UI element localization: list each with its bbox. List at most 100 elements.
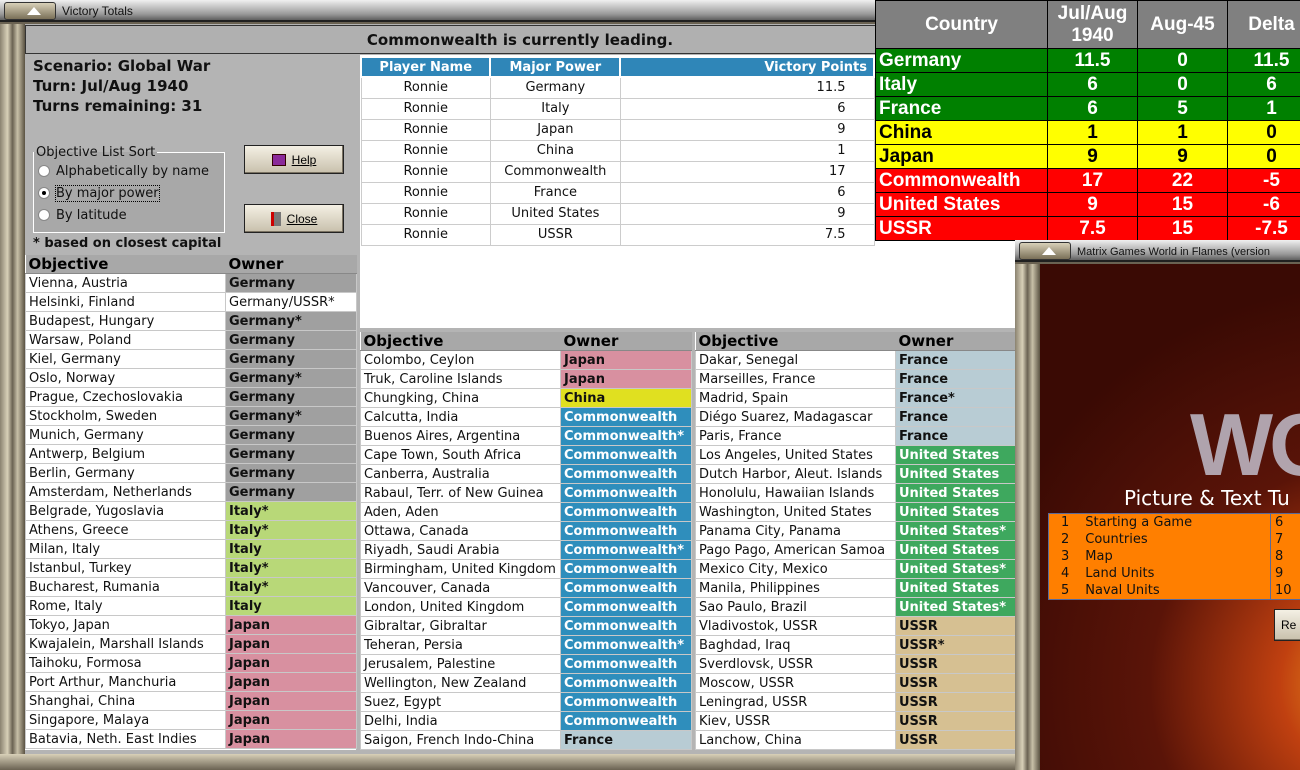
objective-row[interactable]: Budapest, Hungary Germany*	[25, 311, 357, 331]
tutorial-item[interactable]: 6	[1275, 515, 1292, 532]
radio-button[interactable]	[38, 187, 50, 199]
objective-row[interactable]: Saigon, French Indo-China France	[360, 730, 692, 750]
player-row[interactable]: Ronnie Commonwealth 17	[360, 160, 875, 183]
objective-row[interactable]: Sao Paulo, Brazil United States*	[695, 597, 1016, 617]
column-header[interactable]: Objective	[25, 255, 226, 274]
player-row[interactable]: Ronnie France 6	[360, 181, 875, 204]
objective-row[interactable]: London, United Kingdom Commonwealth	[360, 597, 692, 617]
objective-row[interactable]: Baghdad, Iraq USSR*	[695, 635, 1016, 655]
player-row[interactable]: Ronnie China 1	[360, 139, 875, 162]
objective-row[interactable]: Pago Pago, American Samoa United States	[695, 540, 1016, 560]
objective-row[interactable]: Riyadh, Saudi Arabia Commonwealth*	[360, 540, 692, 560]
column-header[interactable]: Major Power	[489, 56, 622, 78]
objective-row[interactable]: Colombo, Ceylon Japan	[360, 350, 692, 370]
objective-row[interactable]: Oslo, Norway Germany*	[25, 368, 357, 388]
objective-row[interactable]: Rabaul, Terr. of New Guinea Commonwealth	[360, 483, 692, 503]
tutorial-item[interactable]: 7	[1275, 532, 1292, 549]
objective-row[interactable]: Truk, Caroline Islands Japan	[360, 369, 692, 389]
column-header[interactable]: Owner	[560, 332, 692, 351]
objective-row[interactable]: Honolulu, Hawaiian Islands United States	[695, 483, 1016, 503]
objective-row[interactable]: Taihoku, Formosa Japan	[25, 653, 357, 673]
objective-row[interactable]: Istanbul, Turkey Italy*	[25, 558, 357, 578]
objective-row[interactable]: Paris, France France	[695, 426, 1016, 446]
objective-row[interactable]: Aden, Aden Commonwealth	[360, 502, 692, 522]
column-header[interactable]: Objective	[360, 332, 561, 351]
tutorial-item[interactable]: 1 Starting a Game	[1049, 515, 1270, 532]
objective-row[interactable]: Kwajalein, Marshall Islands Japan	[25, 634, 357, 654]
objective-row[interactable]: Washington, United States United States	[695, 502, 1016, 522]
objective-row[interactable]: Los Angeles, United States United States	[695, 445, 1016, 465]
objective-row[interactable]: Wellington, New Zealand Commonwealth	[360, 673, 692, 693]
objective-row[interactable]: Milan, Italy Italy	[25, 539, 357, 559]
column-header[interactable]: Player Name	[359, 56, 492, 78]
radio-button[interactable]	[38, 209, 50, 221]
objective-row[interactable]: Shanghai, China Japan	[25, 691, 357, 711]
sort-option-0[interactable]: Alphabetically by name	[34, 160, 224, 182]
player-row[interactable]: Ronnie United States 9	[360, 202, 875, 225]
objective-row[interactable]: Vienna, Austria Germany	[25, 273, 357, 293]
tutorial-item[interactable]: 4 Land Units	[1049, 566, 1270, 583]
objective-row[interactable]: Chungking, China China	[360, 388, 692, 408]
help-button[interactable]: Help	[244, 145, 344, 174]
objective-row[interactable]: Port Arthur, Manchuria Japan	[25, 672, 357, 692]
objective-row[interactable]: Birmingham, United Kingdom Commonwealth	[360, 559, 692, 579]
objective-row[interactable]: Ottawa, Canada Commonwealth	[360, 521, 692, 541]
objective-row[interactable]: Diégo Suarez, Madagascar France	[695, 407, 1016, 427]
objective-row[interactable]: Singapore, Malaya Japan	[25, 710, 357, 730]
tutorial-item[interactable]: 9	[1275, 566, 1292, 583]
sort-option-2[interactable]: By latitude	[34, 204, 224, 226]
main-window-titlebar[interactable]: Victory Totals	[0, 0, 1015, 22]
tutorial-item[interactable]: 8	[1275, 549, 1292, 566]
tutorial-action-button[interactable]: Re	[1274, 609, 1300, 641]
objective-row[interactable]: Teheran, Persia Commonwealth*	[360, 635, 692, 655]
column-header[interactable]: Owner	[225, 255, 357, 274]
objective-row[interactable]: Suez, Egypt Commonwealth	[360, 692, 692, 712]
column-header[interactable]: Victory Points	[619, 56, 875, 78]
objective-row[interactable]: Belgrade, Yugoslavia Italy*	[25, 501, 357, 521]
player-row[interactable]: Ronnie Japan 9	[360, 118, 875, 141]
column-header[interactable]: Objective	[695, 332, 896, 351]
tutorial-item[interactable]: 2 Countries	[1049, 532, 1270, 549]
objective-row[interactable]: Mexico City, Mexico United States*	[695, 559, 1016, 579]
sort-option-1[interactable]: By major power	[34, 182, 224, 204]
objective-row[interactable]: Kiev, USSR USSR	[695, 711, 1016, 731]
objective-row[interactable]: Panama City, Panama United States*	[695, 521, 1016, 541]
objective-row[interactable]: Munich, Germany Germany	[25, 425, 357, 445]
objective-row[interactable]: Dakar, Senegal France	[695, 350, 1016, 370]
objective-row[interactable]: Vancouver, Canada Commonwealth	[360, 578, 692, 598]
player-row[interactable]: Ronnie Germany 11.5	[360, 76, 875, 99]
objective-row[interactable]: Tokyo, Japan Japan	[25, 615, 357, 635]
objective-row[interactable]: Amsterdam, Netherlands Germany	[25, 482, 357, 502]
player-row[interactable]: Ronnie USSR 7.5	[360, 223, 875, 246]
objective-row[interactable]: Marseilles, France France	[695, 369, 1016, 389]
window-menu-button[interactable]	[4, 2, 56, 20]
window-menu-button[interactable]	[1019, 242, 1071, 260]
objective-row[interactable]: Helsinki, Finland Germany/USSR*	[25, 292, 357, 312]
wif-window-titlebar[interactable]: Matrix Games World in Flames (version 1.…	[1015, 240, 1300, 281]
objective-row[interactable]: Canberra, Australia Commonwealth	[360, 464, 692, 484]
objective-row[interactable]: Buenos Aires, Argentina Commonwealth*	[360, 426, 692, 446]
objective-row[interactable]: Gibraltar, Gibraltar Commonwealth	[360, 616, 692, 636]
objective-row[interactable]: Jerusalem, Palestine Commonwealth	[360, 654, 692, 674]
objective-row[interactable]: Cape Town, South Africa Commonwealth	[360, 445, 692, 465]
objective-row[interactable]: Sverdlovsk, USSR USSR	[695, 654, 1016, 674]
objective-row[interactable]: Antwerp, Belgium Germany	[25, 444, 357, 464]
objective-row[interactable]: Stockholm, Sweden Germany*	[25, 406, 357, 426]
objective-row[interactable]: Calcutta, India Commonwealth	[360, 407, 692, 427]
player-row[interactable]: Ronnie Italy 6	[360, 97, 875, 120]
objective-row[interactable]: Kiel, Germany Germany	[25, 349, 357, 369]
objective-row[interactable]: Rome, Italy Italy	[25, 596, 357, 616]
objective-row[interactable]: Lanchow, China USSR	[695, 730, 1016, 750]
tutorial-item[interactable]: 10	[1275, 583, 1292, 600]
close-button[interactable]: Close	[244, 204, 344, 233]
objective-row[interactable]: Manila, Philippines United States	[695, 578, 1016, 598]
objective-row[interactable]: Moscow, USSR USSR	[695, 673, 1016, 693]
tutorial-item[interactable]: 3 Map	[1049, 549, 1270, 566]
objective-row[interactable]: Berlin, Germany Germany	[25, 463, 357, 483]
radio-button[interactable]	[38, 165, 50, 177]
objective-row[interactable]: Bucharest, Rumania Italy*	[25, 577, 357, 597]
objective-row[interactable]: Madrid, Spain France*	[695, 388, 1016, 408]
objective-row[interactable]: Leningrad, USSR USSR	[695, 692, 1016, 712]
tutorial-item[interactable]: 5 Naval Units	[1049, 583, 1270, 600]
column-header[interactable]: Owner	[895, 332, 1016, 351]
